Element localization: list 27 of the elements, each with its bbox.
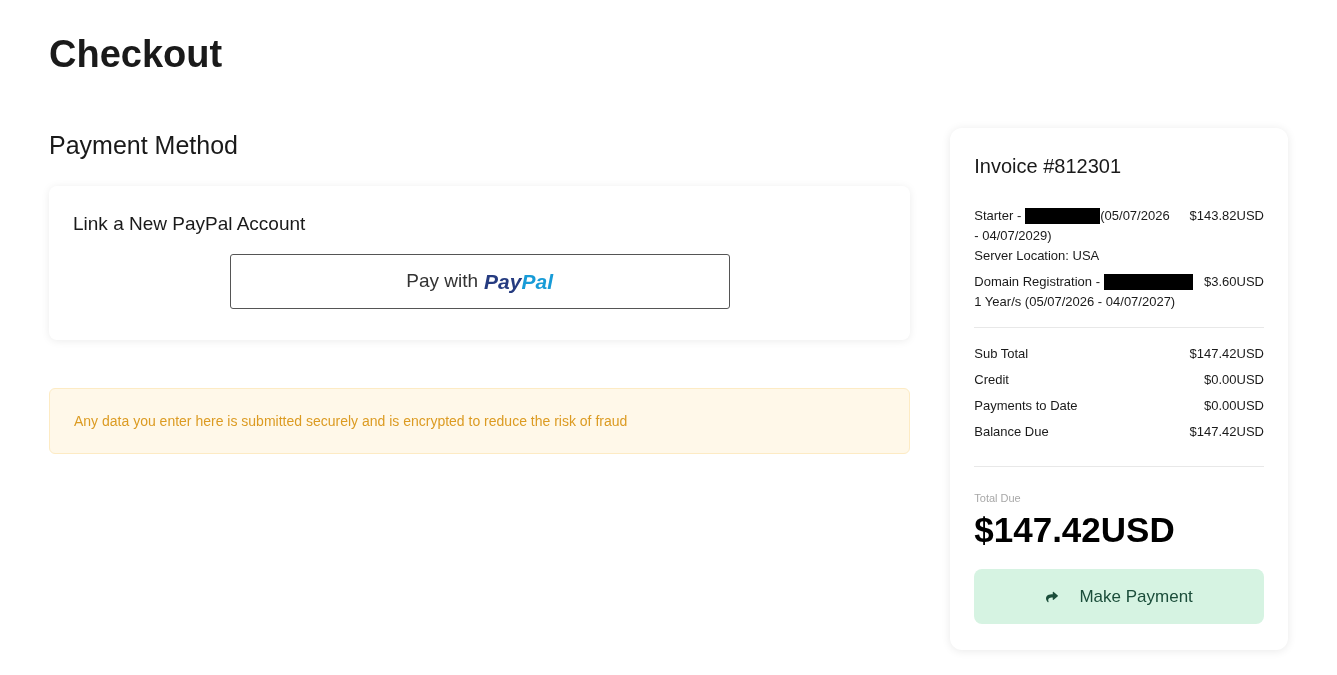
total-due-label: Total Due bbox=[974, 491, 1021, 505]
item-name: Domain Registration - bbox=[974, 273, 1100, 291]
total-due-amount: $147.42USD bbox=[974, 509, 1175, 551]
item-amount: $143.82USD bbox=[1189, 207, 1264, 225]
item-amount: $3.60USD bbox=[1204, 273, 1264, 291]
total-label: Sub Total bbox=[974, 345, 1029, 363]
security-notice: Any data you enter here is submitted securely and is encrypted to reduce the risk of fraud bbox=[49, 388, 911, 454]
paypal-button[interactable]: Pay with PayPal bbox=[229, 254, 730, 309]
item-detail: - 04/07/2029) bbox=[974, 227, 1052, 245]
item-detail: 1 Year/s (05/07/2026 - 04/07/2027) bbox=[974, 293, 1176, 311]
make-payment-button[interactable]: Make Payment bbox=[974, 569, 1264, 624]
card-title: Link a New PayPal Account bbox=[73, 212, 306, 236]
paypal-logo: PayPal bbox=[484, 268, 553, 295]
section-heading: Payment Method bbox=[49, 130, 238, 161]
curved-arrow-icon bbox=[1045, 590, 1060, 603]
total-label: Credit bbox=[974, 371, 1009, 389]
total-value: $147.42USD bbox=[1189, 423, 1264, 441]
item-date: (05/07/2026 bbox=[1100, 207, 1170, 225]
invoice-title: Invoice #812301 bbox=[974, 154, 1122, 179]
item-name: Starter - bbox=[974, 207, 1022, 225]
item-detail: Server Location: USA bbox=[974, 247, 1100, 265]
total-value: $0.00USD bbox=[1204, 371, 1264, 389]
total-label: Balance Due bbox=[974, 423, 1049, 441]
total-value: $0.00USD bbox=[1204, 397, 1264, 415]
page-title: Checkout bbox=[49, 32, 223, 77]
total-label: Payments to Date bbox=[974, 397, 1078, 415]
total-value: $147.42USD bbox=[1189, 345, 1264, 363]
